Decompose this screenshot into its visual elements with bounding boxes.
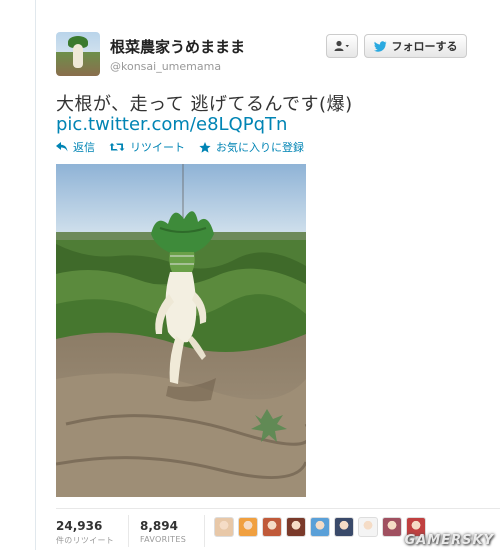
user-menu-button[interactable]: [326, 34, 358, 58]
retweet-icon: [109, 143, 125, 151]
favoriter-avatar[interactable]: [310, 517, 330, 537]
favoriter-avatar[interactable]: [262, 517, 282, 537]
tweet-text: 大根が、走って 逃げてるんです(爆): [56, 94, 353, 115]
avatar-radish: [73, 44, 83, 68]
favoriter-avatar[interactable]: [358, 517, 378, 537]
tweet-photo[interactable]: [56, 164, 306, 497]
reply-label: 返信: [73, 141, 95, 154]
user-screen-name[interactable]: @konsai_umemama: [110, 60, 221, 73]
tweet-header: 根菜農家うめままま @konsai_umemama フォローする: [56, 30, 500, 80]
favoriter-avatars: [214, 517, 430, 537]
favorite-count-label: FAVORITES: [140, 535, 187, 544]
favorite-label: お気に入りに登録: [216, 141, 304, 154]
tweet-stats: 24,936 件のリツイート 8,894 FAVORITES GAMERSKY: [56, 508, 500, 550]
favoriter-avatar[interactable]: [334, 517, 354, 537]
reply-icon: [56, 142, 68, 152]
follow-button-label: フォローする: [391, 40, 458, 53]
follow-button[interactable]: フォローする: [364, 34, 467, 58]
twitter-bird-icon: [373, 40, 386, 52]
retweet-label: リツイート: [130, 141, 185, 154]
retweet-count-label: 件のリツイート: [56, 536, 115, 545]
user-display-name[interactable]: 根菜農家うめままま: [110, 36, 245, 57]
favoriter-avatar[interactable]: [238, 517, 258, 537]
favoriter-avatar[interactable]: [382, 517, 402, 537]
stat-divider: [204, 515, 205, 547]
retweet-stat[interactable]: 24,936 件のリツイート: [56, 519, 114, 546]
tweet-card: 根菜農家うめままま @konsai_umemama フォローする 大根が、走って…: [35, 0, 500, 550]
favorite-stat[interactable]: 8,894 FAVORITES: [140, 519, 186, 544]
watermark: GAMERSKY: [404, 533, 494, 548]
favoriter-avatar[interactable]: [214, 517, 234, 537]
running-radish-photo: [56, 164, 306, 497]
reply-action[interactable]: 返信: [56, 139, 95, 155]
tweet-photo-link[interactable]: pic.twitter.com/e8LQPqTn: [56, 114, 287, 135]
favorite-count: 8,894: [140, 519, 178, 533]
retweet-action[interactable]: リツイート: [109, 139, 185, 155]
person-icon: [334, 40, 349, 51]
user-avatar[interactable]: [56, 32, 100, 76]
tweet-actions: 返信 リツイート お気に入りに登録: [56, 139, 318, 155]
stat-divider: [128, 515, 129, 547]
favoriter-avatar[interactable]: [286, 517, 306, 537]
favorite-action[interactable]: お気に入りに登録: [199, 139, 304, 155]
retweet-count: 24,936: [56, 519, 103, 533]
star-icon: [199, 141, 211, 153]
